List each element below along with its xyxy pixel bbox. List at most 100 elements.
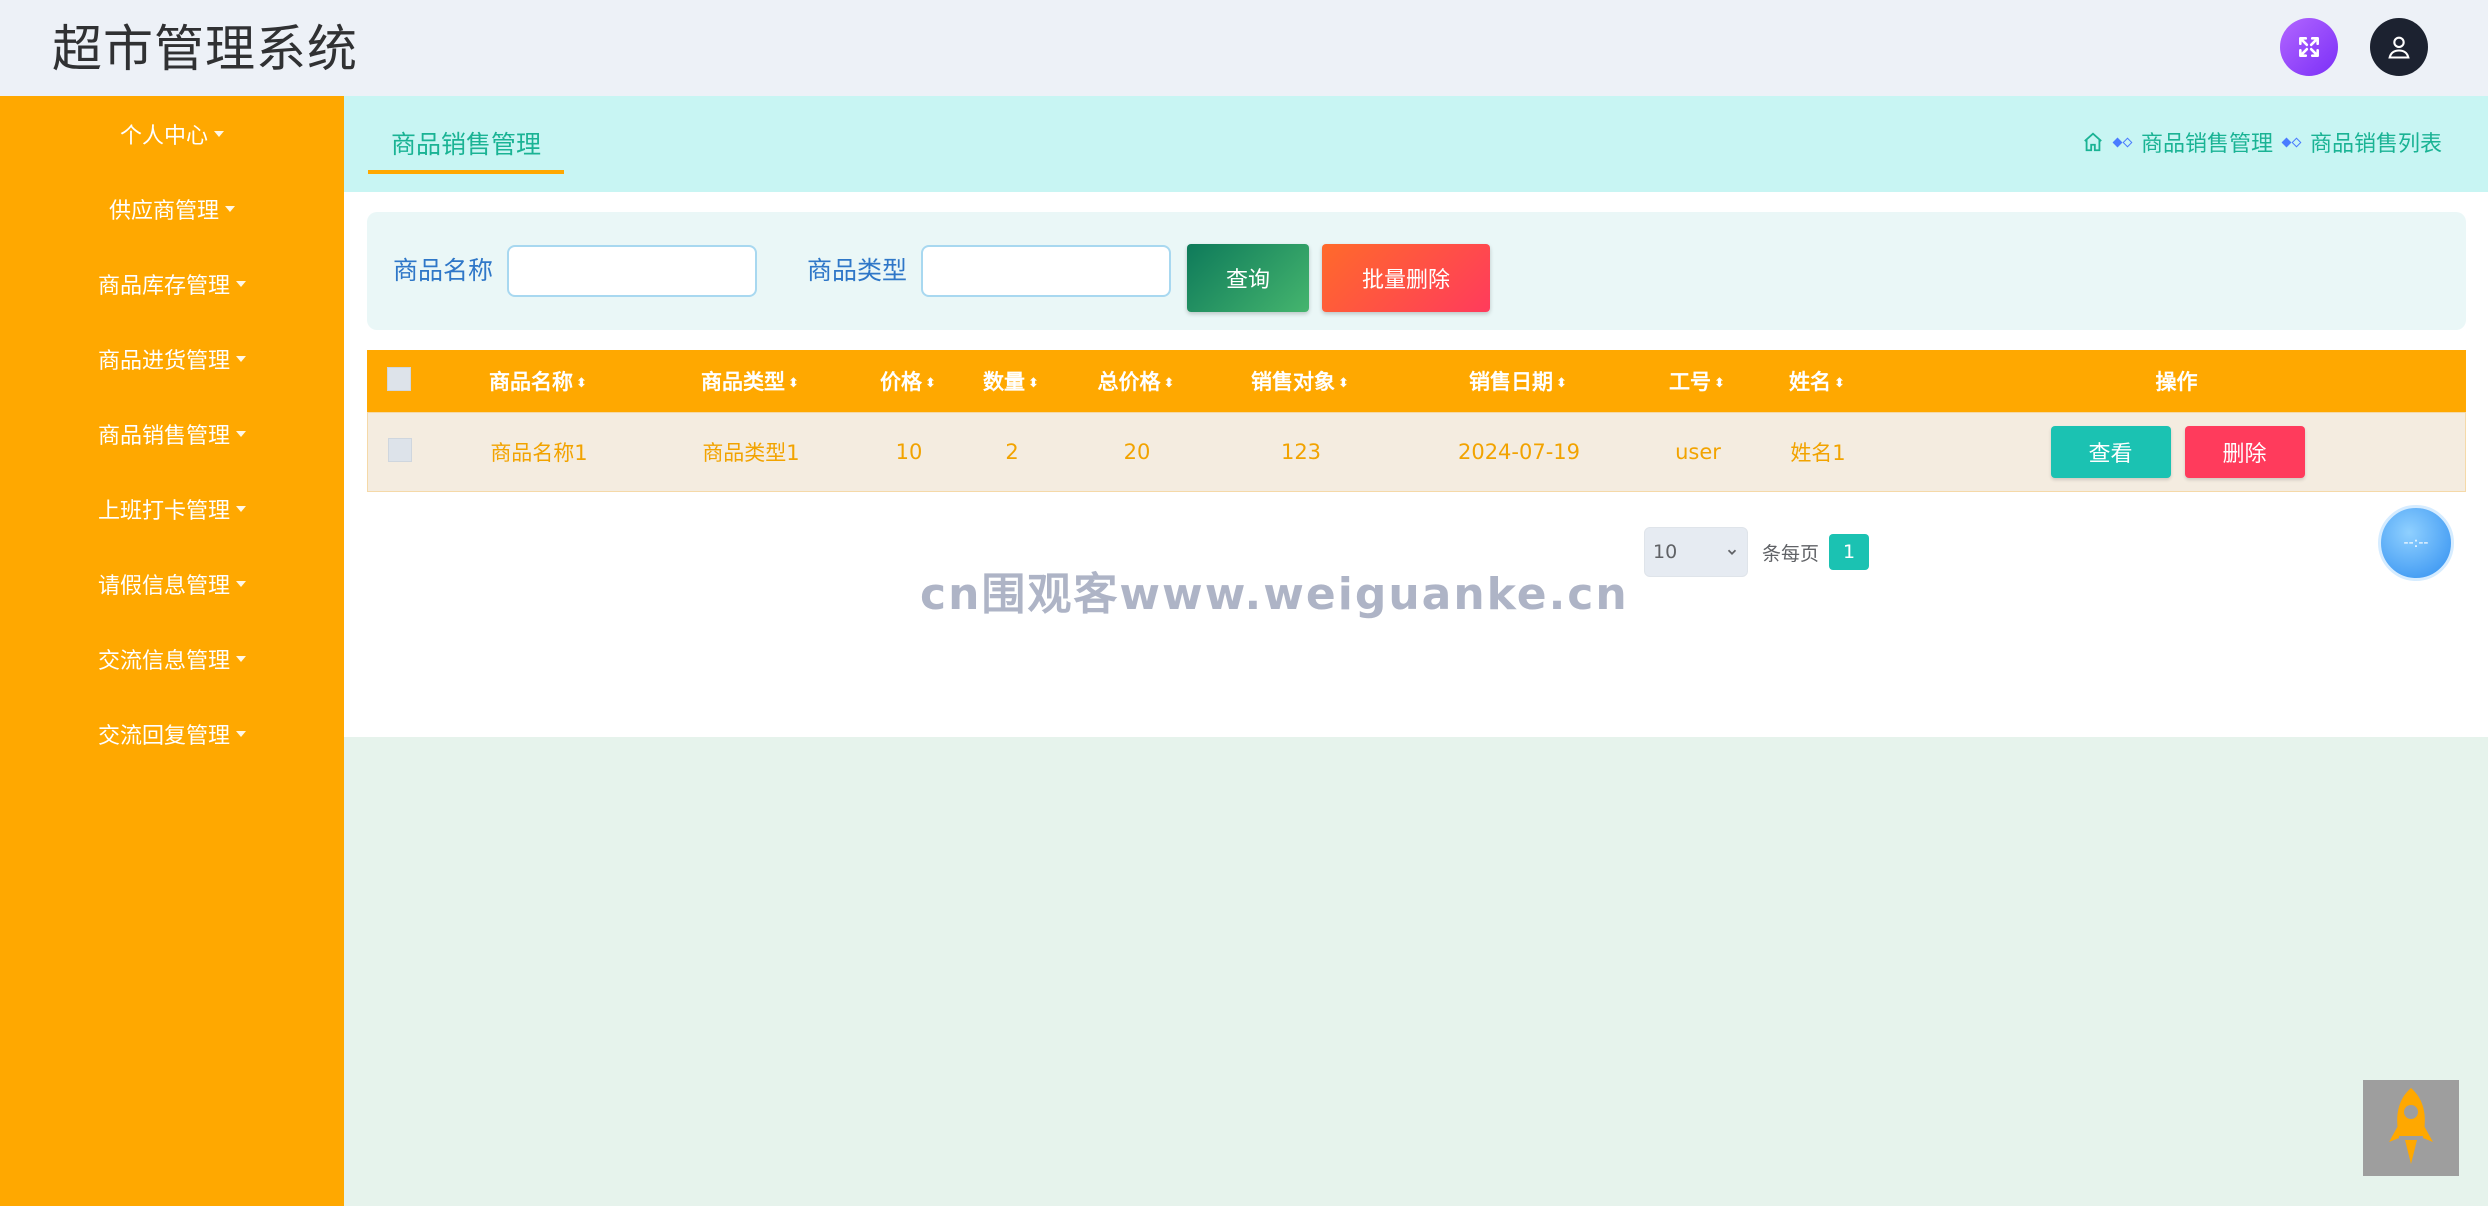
product-name-label: 商品名称 — [393, 256, 494, 285]
rocket-icon — [2389, 1088, 2433, 1164]
col-header-type[interactable]: 商品类型 ⬍ — [645, 366, 855, 396]
cell-actions: 查看 删除 — [1888, 426, 2467, 478]
cell-worker-id: user — [1675, 440, 1721, 464]
user-avatar-button[interactable] — [2370, 18, 2428, 76]
caret-down-icon — [236, 505, 246, 512]
view-button[interactable]: 查看 — [2050, 426, 2171, 478]
sidebar-item-label: 商品销售管理 — [97, 423, 230, 449]
cell-qty: 2 — [1005, 440, 1019, 464]
chevron-down-icon — [1727, 549, 1737, 555]
cell-total: 20 — [1123, 440, 1151, 464]
col-header-label: 价格 — [880, 370, 923, 394]
back-to-top-button[interactable] — [2363, 1080, 2459, 1176]
sort-icon: ⬍ — [925, 375, 936, 391]
col-header-label: 工号 — [1669, 370, 1712, 394]
sidebar-item-attendance[interactable]: 上班打卡管理 — [0, 471, 344, 546]
col-header-worker-id[interactable]: 工号 ⬍ — [1647, 366, 1747, 396]
col-header-qty[interactable]: 数量 ⬍ — [961, 366, 1061, 396]
sort-icon: ⬍ — [1714, 375, 1725, 391]
main-content: 商品销售管理 商品销售管理 商品销售列表 商品名称 商品类型 查询 批量删除 商… — [344, 96, 2488, 1206]
sort-icon: ⬍ — [1028, 375, 1039, 391]
delete-button[interactable]: 删除 — [2184, 426, 2305, 478]
sidebar-item-label: 个人中心 — [119, 123, 208, 149]
col-header-date[interactable]: 销售日期 ⬍ — [1389, 366, 1647, 396]
breadcrumb: 商品销售管理 商品销售列表 — [2082, 126, 2442, 158]
top-header: 超市管理系统 — [0, 0, 2488, 96]
sidebar: 个人中心 供应商管理 商品库存管理 商品进货管理 商品销售管理 上班打卡管理 请… — [0, 96, 344, 1206]
table-row: 商品名称1 商品类型1 10 2 20 123 2024-07-19 user … — [367, 412, 2466, 492]
sidebar-item-label: 上班打卡管理 — [97, 498, 230, 524]
caret-down-icon — [225, 205, 235, 212]
product-type-label: 商品类型 — [807, 256, 908, 285]
col-header-label: 数量 — [983, 370, 1026, 394]
sidebar-item-label: 商品进货管理 — [97, 348, 230, 374]
table-header-row: 商品名称 ⬍ 商品类型 ⬍ 价格 ⬍ 数量 ⬍ 总价格 ⬍ 销售对象 ⬍ 销售日期 ⬍ 工号 ⬍… — [367, 350, 2466, 412]
col-header-actions: 操作 — [2155, 370, 2198, 394]
sidebar-item-label: 商品库存管理 — [97, 273, 230, 299]
product-name-input[interactable] — [507, 245, 757, 297]
cell-price: 10 — [895, 440, 923, 464]
sort-icon: ⬍ — [576, 375, 587, 391]
tab-sales-management[interactable]: 商品销售管理 — [368, 124, 564, 174]
breadcrumb-level1[interactable]: 商品销售管理 — [2141, 126, 2273, 158]
sidebar-item-inventory[interactable]: 商品库存管理 — [0, 246, 344, 321]
col-header-name[interactable]: 商品名称 ⬍ — [431, 366, 645, 396]
col-header-label: 销售日期 — [1469, 370, 1554, 394]
sidebar-item-leave[interactable]: 请假信息管理 — [0, 546, 344, 621]
tab-bar: 商品销售管理 商品销售管理 商品销售列表 — [344, 96, 2488, 192]
fullscreen-button[interactable] — [2280, 18, 2338, 76]
col-header-target[interactable]: 销售对象 ⬍ — [1211, 366, 1389, 396]
cell-type: 商品类型1 — [702, 441, 800, 465]
sort-icon: ⬍ — [1163, 375, 1175, 391]
page-size-select[interactable]: 10 — [1644, 527, 1748, 577]
product-type-input[interactable] — [921, 245, 1171, 297]
sidebar-item-suppliers[interactable]: 供应商管理 — [0, 171, 344, 246]
sort-icon: ⬍ — [788, 375, 799, 391]
user-icon — [2388, 36, 2410, 59]
page-button-current[interactable]: 1 — [1829, 534, 1870, 570]
sales-table: 商品名称 ⬍ 商品类型 ⬍ 价格 ⬍ 数量 ⬍ 总价格 ⬍ 销售对象 ⬍ 销售日期 ⬍ 工号 ⬍… — [367, 350, 2466, 492]
sort-icon: ⬍ — [1834, 375, 1845, 391]
app-title: 超市管理系统 — [52, 20, 358, 78]
col-header-price[interactable]: 价格 ⬍ — [855, 366, 961, 396]
clock-text: --:-- — [2403, 535, 2429, 551]
cell-person-name: 姓名1 — [1790, 441, 1846, 465]
pagination: 10 条每页 1 — [1644, 527, 1870, 577]
row-checkbox[interactable] — [388, 437, 412, 462]
col-header-label: 总价格 — [1097, 370, 1161, 394]
cell-date: 2024-07-19 — [1457, 440, 1581, 464]
sidebar-item-replies[interactable]: 交流回复管理 — [0, 696, 344, 771]
sidebar-item-purchasing[interactable]: 商品进货管理 — [0, 321, 344, 396]
query-button[interactable]: 查询 — [1187, 244, 1309, 312]
col-header-person-name[interactable]: 姓名 ⬍ — [1747, 366, 1887, 396]
sort-icon: ⬍ — [1338, 375, 1349, 391]
batch-delete-button[interactable]: 批量删除 — [1322, 244, 1490, 312]
sidebar-item-sales[interactable]: 商品销售管理 — [0, 396, 344, 471]
caret-down-icon — [236, 655, 246, 662]
col-header-label: 商品名称 — [489, 370, 574, 394]
sort-icon: ⬍ — [1556, 375, 1567, 391]
sidebar-item-personal-center[interactable]: 个人中心 — [0, 96, 344, 171]
caret-down-icon — [236, 730, 246, 737]
col-header-total[interactable]: 总价格 ⬍ — [1061, 366, 1211, 396]
select-all-checkbox[interactable] — [387, 366, 411, 391]
sidebar-item-messages[interactable]: 交流信息管理 — [0, 621, 344, 696]
cell-name: 商品名称1 — [490, 441, 588, 465]
sidebar-item-label: 请假信息管理 — [97, 573, 230, 599]
sidebar-item-label: 供应商管理 — [108, 198, 219, 224]
sidebar-item-label: 交流信息管理 — [97, 648, 230, 674]
caret-down-icon — [236, 430, 246, 437]
page-size-value: 10 — [1653, 541, 1678, 563]
home-icon[interactable] — [2082, 131, 2104, 153]
breadcrumb-separator-icon — [2281, 137, 2302, 147]
breadcrumb-separator-icon — [2112, 137, 2133, 147]
cell-target: 123 — [1280, 440, 1322, 464]
caret-down-icon — [236, 280, 246, 287]
col-header-label: 姓名 — [1789, 370, 1832, 394]
caret-down-icon — [214, 130, 224, 137]
expand-arrows-icon — [2299, 37, 2319, 57]
per-page-text: 条每页 — [1762, 542, 1820, 565]
caret-down-icon — [236, 355, 246, 362]
sidebar-item-label: 交流回复管理 — [97, 723, 230, 749]
floating-clock-widget[interactable]: --:-- — [2378, 505, 2454, 581]
